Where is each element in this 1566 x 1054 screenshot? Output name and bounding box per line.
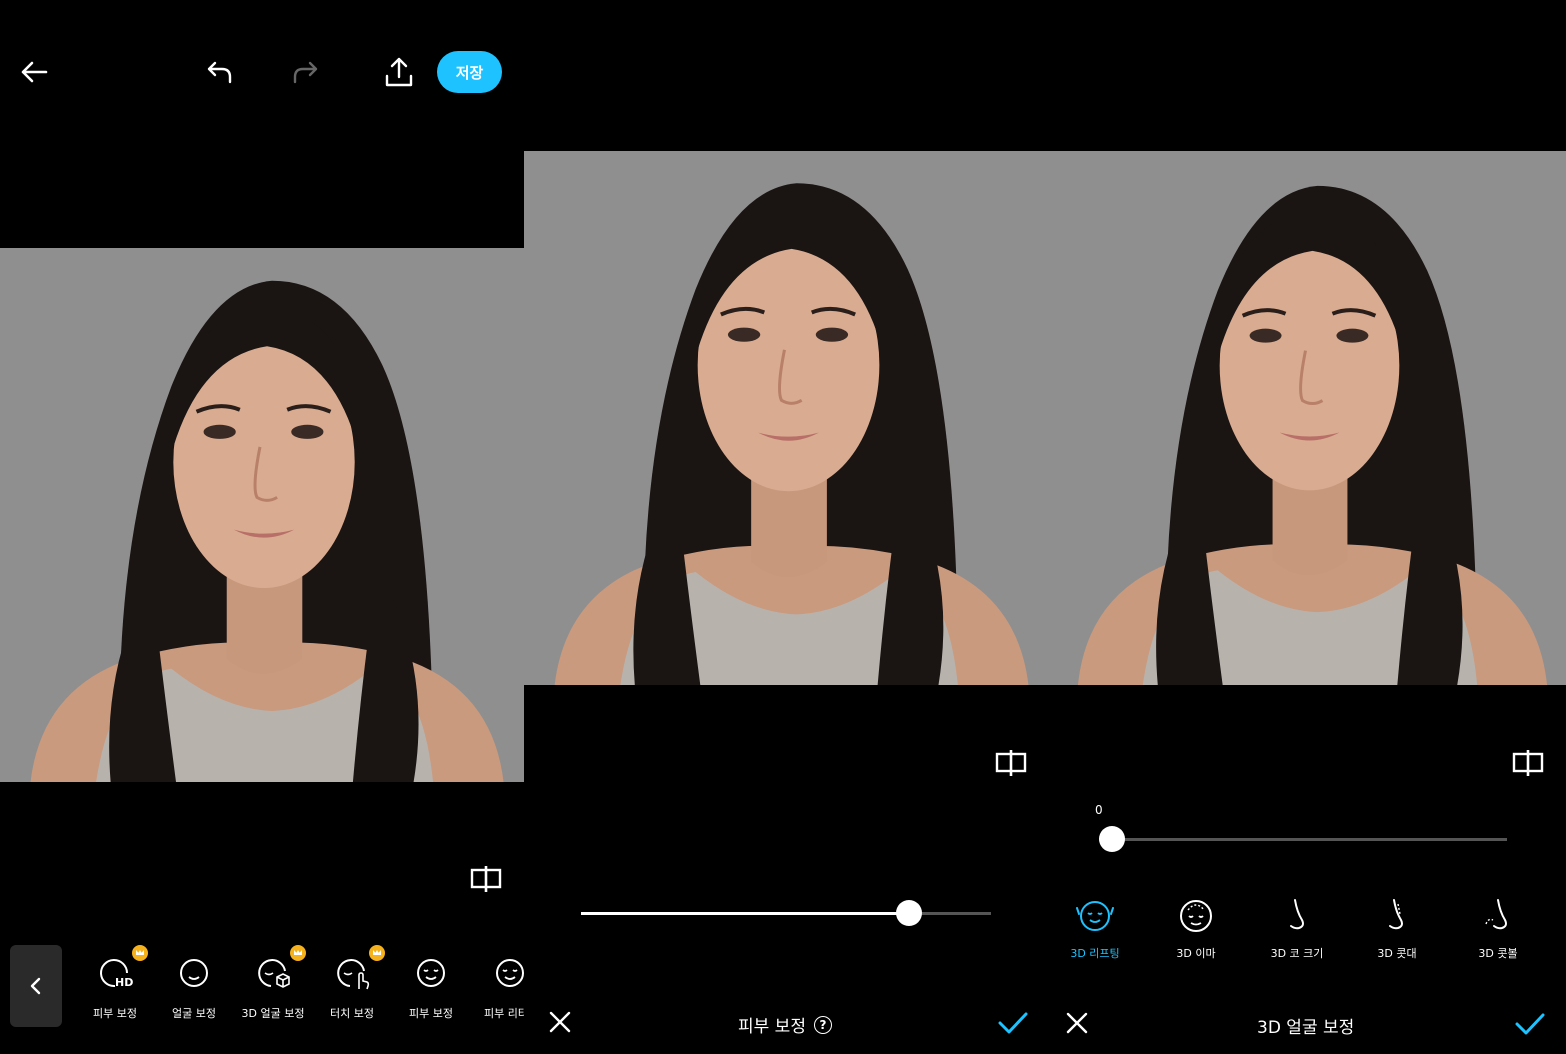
- tool-label: 피부 보정: [409, 1007, 453, 1020]
- face-retouch-icon: [496, 959, 524, 987]
- cancel-close-icon[interactable]: [544, 1006, 576, 1038]
- tool-3d-face[interactable]: 3D 얼굴 보정: [234, 945, 312, 1027]
- panel-title: 3D 얼굴 보정: [1257, 1013, 1354, 1038]
- collapse-tools-button[interactable]: [10, 945, 62, 1027]
- nostril-icon: [1485, 899, 1507, 930]
- photo-preview: [0, 248, 524, 782]
- back-arrow-icon[interactable]: [14, 52, 54, 92]
- compare-icon[interactable]: [468, 862, 504, 896]
- premium-badge-icon: [290, 945, 306, 961]
- compare-icon[interactable]: [1510, 746, 1546, 780]
- premium-badge-icon: [369, 945, 385, 961]
- tool-face[interactable]: 얼굴 보정: [155, 945, 233, 1027]
- slider-knob[interactable]: [1099, 826, 1125, 852]
- skin-intensity-slider[interactable]: [581, 900, 991, 926]
- photo-preview: [524, 151, 1049, 685]
- tool-3d-nostril[interactable]: 3D 콧볼: [1453, 890, 1543, 970]
- face-smile-icon: [417, 959, 445, 987]
- panel-title-text: 피부 보정: [738, 1017, 806, 1037]
- tool-label: 피부 보정: [93, 1007, 137, 1020]
- forehead-icon: [1180, 900, 1212, 932]
- slider-value-label: 0: [1095, 803, 1103, 817]
- chevron-left-icon: [30, 977, 41, 995]
- tool-label: 3D 이마: [1176, 947, 1216, 960]
- slider-fill: [581, 912, 909, 915]
- confirm-check-icon[interactable]: [1513, 1007, 1547, 1041]
- retouch-tool-strip: HD 피부 보정 얼굴 보정 3D 얼굴 보정 터치 보정 피부 보정 피부 리…: [0, 945, 524, 1027]
- tool-touch[interactable]: 터치 보정: [313, 945, 391, 1027]
- tool-label: 3D 얼굴 보정: [241, 1007, 305, 1020]
- photo-preview: [1049, 151, 1566, 685]
- tool-3d-lifting[interactable]: 3D 리프팅: [1050, 890, 1140, 970]
- nose-size-icon: [1290, 899, 1304, 930]
- share-upload-icon[interactable]: [379, 52, 419, 92]
- save-button[interactable]: 저장: [437, 51, 502, 93]
- tool-label: 3D 코 크기: [1270, 947, 1324, 960]
- face-outline-icon: [180, 959, 208, 987]
- redo-icon[interactable]: [285, 52, 325, 92]
- nose-bridge-icon: [1389, 899, 1403, 930]
- tool-label: 3D 리프팅: [1070, 947, 1120, 960]
- tool-label: 3D 콧대: [1377, 947, 1417, 960]
- tool-3d-nose-size[interactable]: 3D 코 크기: [1252, 890, 1342, 970]
- slider-knob[interactable]: [896, 900, 922, 926]
- skin-retouch-panel: 피부 보정 ?: [524, 0, 1049, 1054]
- tool-3d-forehead[interactable]: 3D 이마: [1151, 890, 1241, 970]
- undo-icon[interactable]: [200, 52, 240, 92]
- tool-skin-hd[interactable]: HD 피부 보정: [76, 945, 154, 1027]
- editor-main-panel: 저장 HD 피부 보정 얼굴 보정 3D 얼굴 보정 터치 보정 피부 보정 피…: [0, 0, 524, 1054]
- panel-title-text: 3D 얼굴 보정: [1257, 1018, 1355, 1038]
- tool-skin-retouch[interactable]: 피부 리터: [471, 945, 524, 1027]
- confirm-check-icon[interactable]: [996, 1006, 1030, 1040]
- face-lifting-icon: [1076, 901, 1114, 931]
- 3d-intensity-slider[interactable]: [1099, 826, 1507, 852]
- tool-label: 3D 콧볼: [1478, 947, 1518, 960]
- help-icon[interactable]: ?: [813, 1015, 832, 1034]
- tool-label: 얼굴 보정: [172, 1007, 216, 1020]
- tool-label: 피부 리터: [484, 1007, 524, 1020]
- panel-title: 피부 보정 ?: [738, 1012, 832, 1037]
- tool-label: 터치 보정: [330, 1007, 374, 1020]
- 3d-face-panel: 0 3D 리프팅 3D 이마 3D 코 크기 3D 콧대 3D 콧볼 3D 얼굴…: [1049, 0, 1566, 1054]
- compare-icon[interactable]: [993, 746, 1029, 780]
- tool-skin[interactable]: 피부 보정: [392, 945, 470, 1027]
- premium-badge-icon: [132, 945, 148, 961]
- face-touch-icon: [337, 959, 370, 990]
- face-3d-icon: [258, 959, 290, 988]
- svg-text:HD: HD: [115, 976, 133, 989]
- cancel-close-icon[interactable]: [1061, 1007, 1093, 1039]
- tool-3d-nose-bridge[interactable]: 3D 콧대: [1352, 890, 1442, 970]
- face-hd-icon: HD: [100, 959, 133, 989]
